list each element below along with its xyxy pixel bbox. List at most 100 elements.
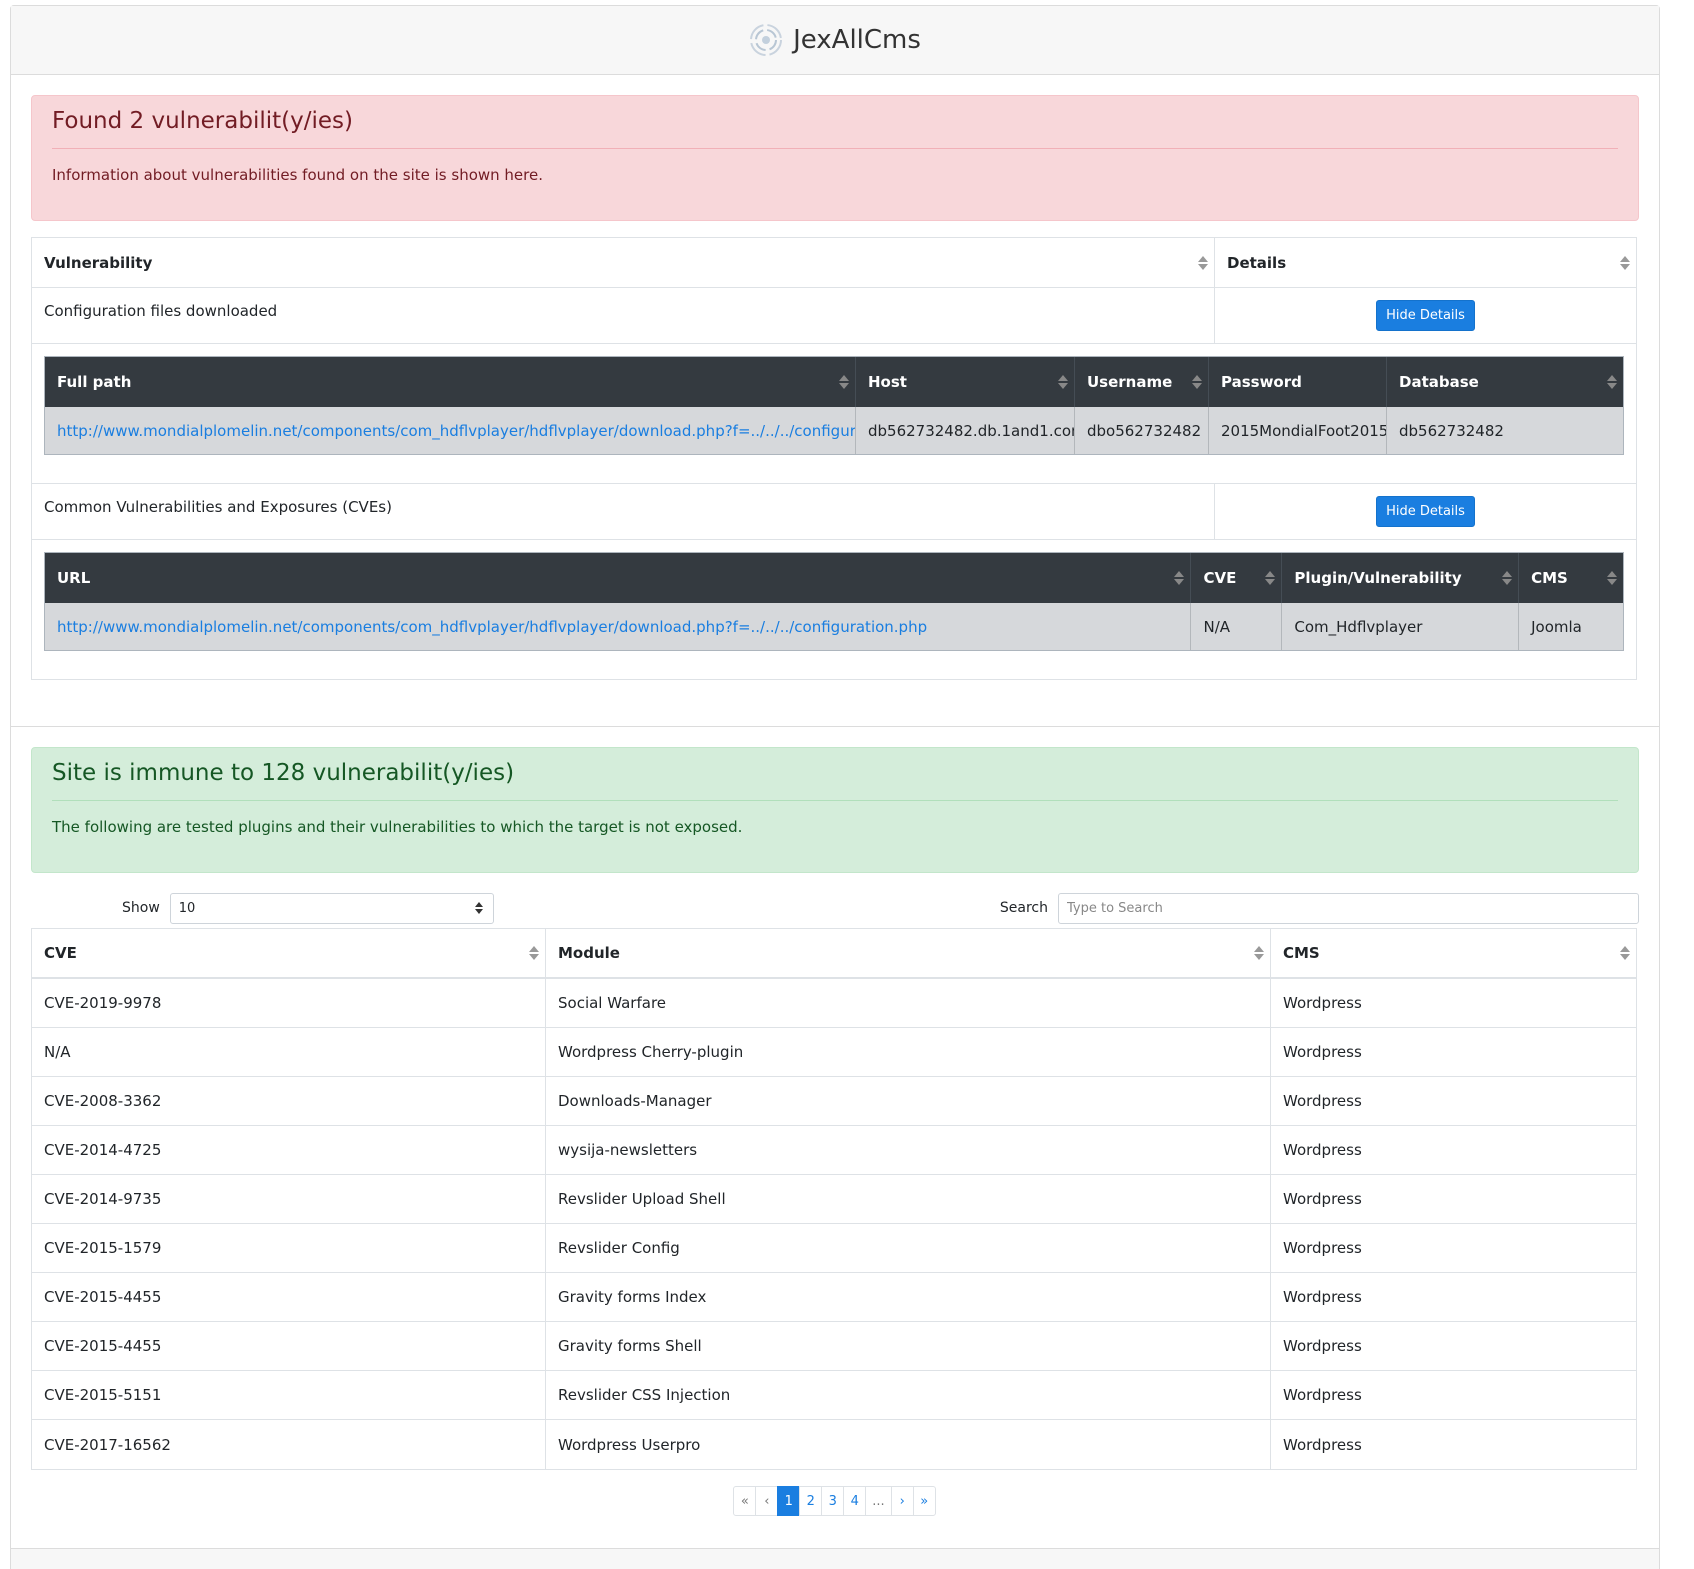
column-host[interactable]: Host: [856, 357, 1075, 407]
select-caret-icon: [474, 902, 483, 914]
vulnerability-name: Configuration files downloaded: [32, 288, 1215, 343]
cve-table-header: URL CVE Plugin/Vulnerability CMS: [45, 553, 1623, 603]
immune-table-header: CVE Module CMS: [32, 929, 1636, 979]
full-path-link[interactable]: http://www.mondialplomelin.net/component…: [57, 422, 855, 440]
found-alert: Found 2 vulnerabilit(y/ies) Information …: [31, 95, 1639, 221]
column-cms[interactable]: CMS: [1519, 553, 1623, 603]
column-username[interactable]: Username: [1075, 357, 1209, 407]
search-input[interactable]: [1058, 892, 1639, 924]
table-row: N/A Wordpress Cherry-plugin Wordpress: [32, 1028, 1636, 1077]
card-footer: [11, 1548, 1659, 1569]
sort-icon[interactable]: [1254, 945, 1264, 961]
found-section: Found 2 vulnerabilit(y/ies) Information …: [11, 75, 1659, 727]
page-size-select[interactable]: 10: [169, 892, 494, 924]
sort-icon[interactable]: [839, 374, 849, 390]
column-plugin[interactable]: Plugin/Vulnerability: [1282, 553, 1520, 603]
sort-icon[interactable]: [1198, 255, 1208, 271]
column-label: CMS: [1531, 569, 1568, 587]
app-title: JexAllCms: [793, 25, 921, 55]
module-cell: Revslider CSS Injection: [546, 1371, 1271, 1419]
cms-cell: Wordpress: [1283, 1288, 1362, 1306]
cms-cell: Joomla: [1531, 617, 1582, 636]
column-url[interactable]: URL: [45, 553, 1192, 603]
details-row: Full path Host Username Password Databas…: [32, 344, 1636, 484]
username-cell: dbo562732482: [1075, 407, 1209, 454]
search-control: Search: [1000, 892, 1639, 924]
pagination-ellipsis: ...: [865, 1486, 892, 1516]
page-button-1[interactable]: 1: [777, 1486, 801, 1516]
cms-cell: Wordpress: [1283, 1337, 1362, 1355]
sort-icon[interactable]: [1620, 255, 1630, 271]
column-vulnerability-label: Vulnerability: [44, 253, 153, 272]
sort-icon[interactable]: [1174, 570, 1185, 586]
column-details-label: Details: [1227, 253, 1287, 272]
immune-description: The following are tested plugins and the…: [52, 818, 743, 836]
module-cell: Revslider Upload Shell: [546, 1175, 1271, 1223]
column-database[interactable]: Database: [1387, 357, 1623, 407]
sort-icon[interactable]: [1607, 570, 1617, 586]
column-vulnerability[interactable]: Vulnerability: [32, 238, 1215, 287]
hide-details-button[interactable]: Hide Details: [1376, 496, 1475, 527]
immune-table: CVE Module CMS CVE-2019-9978 Social Warfa…: [31, 928, 1637, 1470]
prev-page-button[interactable]: ‹: [755, 1486, 779, 1516]
sort-icon[interactable]: [1265, 570, 1276, 586]
last-page-button[interactable]: »: [912, 1486, 936, 1516]
table-row: CVE-2015-4455 Gravity forms Shell Wordpres…: [32, 1322, 1636, 1371]
column-label: Password: [1221, 373, 1302, 391]
page-button-3[interactable]: 3: [821, 1486, 845, 1516]
url-link[interactable]: http://www.mondialplomelin.net/component…: [57, 618, 927, 636]
immune-section: Site is immune to 128 vulnerabilit(y/ies…: [11, 727, 1659, 1536]
spinner-logo-icon: [750, 24, 783, 56]
sort-icon[interactable]: [1620, 945, 1630, 961]
cms-cell: Wordpress: [1283, 1435, 1362, 1454]
table-row: http://www.mondialplomelin.net/component…: [45, 603, 1623, 650]
table-row: CVE-2014-4725 wysija-newsletters Wordpress: [32, 1126, 1636, 1175]
cms-cell: Wordpress: [1283, 1239, 1362, 1257]
host-cell: db562732482.db.1and1.com: [856, 407, 1075, 454]
details-cell: Hide Details: [1215, 288, 1636, 343]
cms-cell: Wordpress: [1283, 1043, 1362, 1061]
pagination: « ‹ 1 2 3 4 ... › »: [31, 1486, 1639, 1516]
vulnerability-row: Configuration files downloaded Hide Deta…: [32, 288, 1636, 344]
column-cms[interactable]: CMS: [1271, 929, 1636, 977]
page-button-4[interactable]: 4: [843, 1486, 867, 1516]
page-button-2[interactable]: 2: [799, 1486, 823, 1516]
vulnerability-table: Vulnerability Details Configuration file…: [31, 237, 1637, 680]
module-cell: Gravity forms Index: [546, 1273, 1271, 1321]
show-label: Show: [122, 900, 160, 916]
sort-icon[interactable]: [529, 945, 539, 961]
config-files-header: Full path Host Username Password Databas…: [45, 357, 1623, 407]
module-cell: wysija-newsletters: [546, 1126, 1271, 1174]
column-details[interactable]: Details: [1215, 238, 1636, 287]
sort-icon[interactable]: [1192, 374, 1202, 390]
vulnerability-table-header: Vulnerability Details: [32, 238, 1636, 288]
module-cell: Social Warfare: [546, 979, 1271, 1027]
column-full-path[interactable]: Full path: [45, 357, 856, 407]
sort-icon[interactable]: [1058, 374, 1068, 390]
sort-icon[interactable]: [1607, 374, 1617, 390]
table-row: CVE-2015-5151 Revslider CSS Injection Word…: [32, 1371, 1636, 1420]
page-size-value: 10: [178, 900, 196, 916]
sort-icon[interactable]: [1502, 570, 1513, 586]
hide-details-button[interactable]: Hide Details: [1376, 300, 1475, 331]
cve-cell: CVE-2017-16562: [32, 1420, 546, 1469]
cve-cell: CVE-2008-3362: [32, 1077, 546, 1125]
vulnerability-row: Common Vulnerabilities and Exposures (CV…: [32, 484, 1636, 540]
app-header: JexAllCms: [11, 6, 1659, 75]
module-cell: Gravity forms Shell: [546, 1322, 1271, 1370]
cms-cell: Wordpress: [1283, 1386, 1362, 1404]
config-files-table: Full path Host Username Password Databas…: [44, 356, 1624, 455]
column-cve[interactable]: CVE: [32, 929, 546, 977]
table-row: CVE-2014-9735 Revslider Upload Shell Wordp…: [32, 1175, 1636, 1224]
column-label: CMS: [1283, 944, 1320, 962]
first-page-button[interactable]: «: [733, 1486, 757, 1516]
column-password: Password: [1209, 357, 1387, 407]
details-container: Full path Host Username Password Databas…: [32, 344, 1636, 483]
cms-cell: Wordpress: [1283, 1092, 1362, 1110]
next-page-button[interactable]: ›: [890, 1486, 914, 1516]
cve-table: URL CVE Plugin/Vulnerability CMS http://…: [44, 552, 1624, 651]
column-label: Full path: [57, 373, 132, 391]
column-cve[interactable]: CVE: [1191, 553, 1283, 603]
column-module[interactable]: Module: [546, 929, 1271, 977]
cms-cell: Wordpress: [1283, 1190, 1362, 1208]
